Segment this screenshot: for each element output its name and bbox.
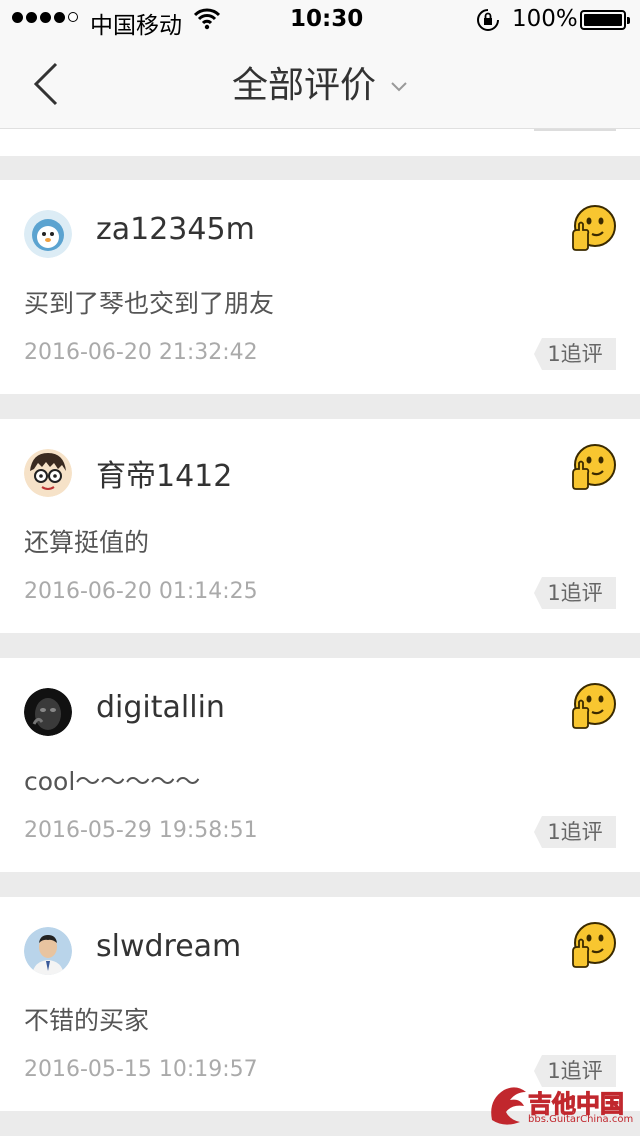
user-avatar[interactable]: [24, 927, 72, 975]
battery-icon: [580, 10, 630, 30]
page-title-dropdown[interactable]: 全部评价: [0, 56, 640, 108]
thumbs-up-emoji-icon: [572, 922, 616, 968]
thumbs-up-emoji-icon: [572, 683, 616, 729]
previous-review-card: [0, 129, 640, 156]
review-date: 2016-06-20 21:32:42: [24, 340, 258, 365]
follow-up-review-tag[interactable]: 1追评: [534, 338, 616, 370]
wifi-icon: [194, 8, 220, 30]
review-card[interactable]: za12345m 买到了琴也交到了朋友 2016-06-20 21:32:42 …: [0, 180, 640, 394]
username[interactable]: 育帝1412: [96, 451, 232, 495]
signal-strength-icon: [12, 12, 78, 23]
chevron-down-icon: [391, 82, 407, 92]
battery-percent: 100%: [512, 6, 578, 32]
user-avatar[interactable]: [24, 210, 72, 258]
follow-tag-stub: [534, 129, 616, 131]
follow-up-review-tag[interactable]: 1追评: [534, 577, 616, 609]
review-text: 还算挺值的: [24, 528, 150, 557]
user-avatar[interactable]: [24, 688, 72, 736]
review-date: 2016-05-29 19:58:51: [24, 818, 258, 843]
review-date: 2016-06-20 01:14:25: [24, 579, 258, 604]
rotation-lock-icon: [477, 9, 499, 31]
review-card[interactable]: slwdream 不错的买家 2016-05-15 10:19:57 1追评: [0, 897, 640, 1111]
status-bar: 中国移动 10:30 100%: [0, 0, 640, 40]
carrier-name: 中国移动: [90, 13, 182, 39]
thumbs-up-emoji-icon: [572, 205, 616, 251]
review-date: 2016-05-15 10:19:57: [24, 1057, 258, 1082]
thumbs-up-emoji-icon: [572, 444, 616, 490]
review-card[interactable]: 育帝1412 还算挺值的 2016-06-20 01:14:25 1追评: [0, 419, 640, 633]
username[interactable]: slwdream: [96, 929, 241, 964]
review-card[interactable]: digitallin cool～～～～～ 2016-05-29 19:58:51…: [0, 658, 640, 872]
review-text: 买到了琴也交到了朋友: [24, 289, 275, 318]
username[interactable]: digitallin: [96, 690, 225, 725]
watermark-url: bbs.GuitarChina.com: [528, 1114, 634, 1125]
clock: 10:30: [290, 6, 364, 32]
review-text: 不错的买家: [24, 1006, 150, 1035]
page-title: 全部评价: [231, 65, 376, 106]
nav-bar: 全部评价: [0, 40, 640, 129]
review-text: cool～～～～～: [24, 767, 201, 796]
user-avatar[interactable]: [24, 449, 72, 497]
username[interactable]: za12345m: [96, 212, 255, 247]
follow-up-review-tag[interactable]: 1追评: [534, 816, 616, 848]
